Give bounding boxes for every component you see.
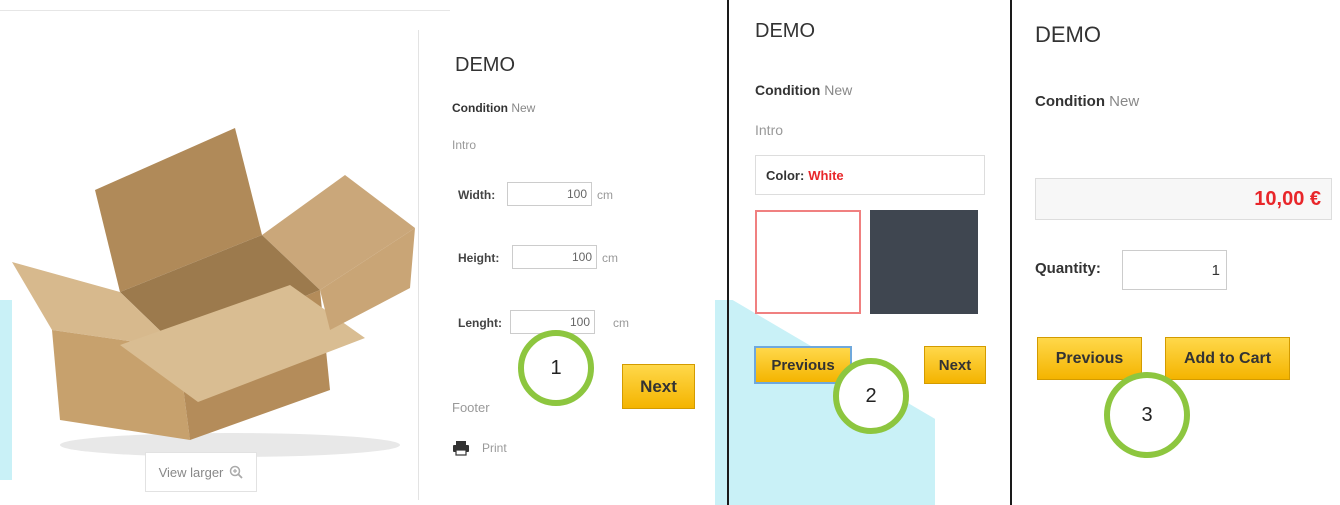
length-label: Lenght: — [458, 316, 502, 330]
previous-button-3[interactable]: Previous — [1037, 337, 1142, 380]
condition-3: Condition New — [1035, 93, 1139, 110]
panel1-divider — [418, 30, 419, 500]
intro-text: Intro — [452, 138, 477, 152]
condition-value: New — [511, 101, 536, 115]
condition-value-3: New — [1109, 93, 1140, 110]
panel3-left-divider — [1010, 0, 1012, 505]
width-label: Width: — [458, 188, 496, 202]
view-larger-label: View larger — [158, 464, 224, 480]
product-title-2: DEMO — [755, 20, 815, 42]
color-swatch-white[interactable] — [755, 210, 861, 314]
condition-label-3: Condition — [1035, 93, 1105, 110]
step-3-badge: 3 — [1104, 372, 1190, 458]
width-input[interactable] — [507, 182, 592, 206]
product-title-3: DEMO — [1035, 22, 1101, 47]
color-value: White — [808, 167, 844, 183]
product-image-cardboard-box[interactable] — [0, 30, 420, 500]
color-label: Color: — [766, 167, 805, 183]
quantity-input[interactable] — [1122, 250, 1227, 290]
step-2-badge: 2 — [833, 358, 909, 434]
intro-text-2: Intro — [755, 122, 784, 138]
product-title: DEMO — [455, 54, 515, 76]
print-link[interactable]: Print — [452, 440, 507, 456]
condition-label-2: Condition — [755, 82, 821, 98]
zoom-icon — [230, 465, 244, 479]
color-selector-label: Color: White — [755, 155, 985, 195]
next-button-2[interactable]: Next — [924, 346, 986, 384]
footer-text: Footer — [452, 400, 490, 415]
length-unit: cm — [613, 316, 629, 330]
quantity-label: Quantity: — [1035, 260, 1101, 277]
view-larger-button[interactable]: View larger — [145, 452, 257, 492]
width-unit: cm — [597, 188, 613, 202]
condition: Condition New — [452, 101, 535, 115]
height-unit: cm — [602, 251, 618, 265]
color-swatch-dark[interactable] — [870, 210, 978, 314]
top-divider — [0, 10, 450, 11]
price-display: 10,00 € — [1035, 178, 1332, 220]
condition-label: Condition — [452, 101, 508, 115]
step-1-badge: 1 — [518, 330, 594, 406]
printer-icon — [453, 441, 469, 456]
height-label: Height: — [458, 251, 500, 265]
next-button[interactable]: Next — [622, 364, 695, 409]
condition-2: Condition New — [755, 82, 852, 98]
add-to-cart-button[interactable]: Add to Cart — [1165, 337, 1290, 380]
condition-value-2: New — [824, 82, 853, 98]
print-label: Print — [482, 441, 507, 455]
panel2-left-divider — [727, 0, 729, 505]
height-input[interactable] — [512, 245, 597, 269]
